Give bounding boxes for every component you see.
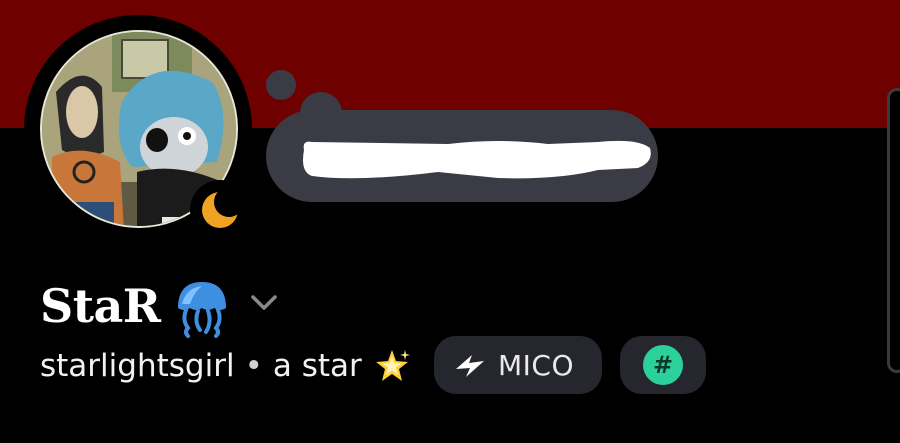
status-bubble-dot-small xyxy=(266,70,296,100)
sparkle-star-emoji xyxy=(375,350,410,381)
pronouns: a star xyxy=(272,348,362,384)
display-name: StaR xyxy=(40,279,161,333)
chevron-down-icon[interactable] xyxy=(250,290,278,314)
username-line: starlightsgirl • a star xyxy=(40,346,412,386)
badge-mico-label: MICO xyxy=(498,348,575,382)
lightning-icon xyxy=(456,355,484,377)
username[interactable]: starlightsgirl xyxy=(40,348,235,384)
idle-moon-icon xyxy=(202,188,242,228)
badge-hashtag[interactable]: # xyxy=(620,336,706,394)
redacted-status-text xyxy=(303,140,651,179)
hashtag-icon: # xyxy=(643,345,683,385)
badge-mico[interactable]: MICO xyxy=(434,336,602,394)
scrollbar[interactable] xyxy=(887,88,900,373)
jellyfish-emoji xyxy=(178,282,226,338)
separator-dot: • xyxy=(244,348,263,384)
